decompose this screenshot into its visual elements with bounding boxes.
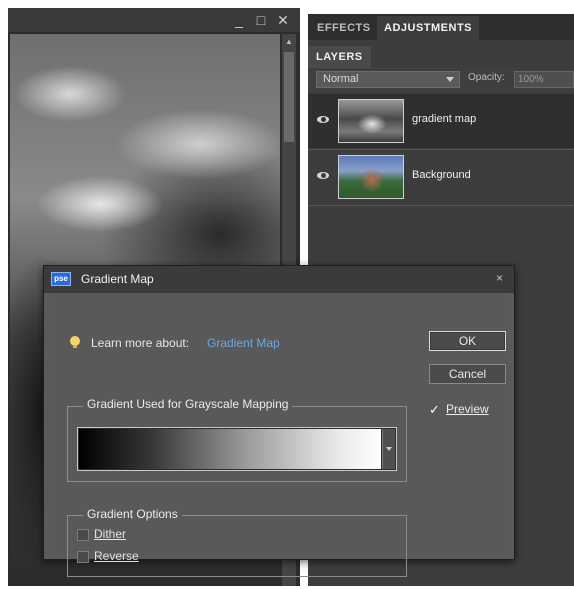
reverse-label[interactable]: Reverse: [94, 549, 139, 563]
eye-pupil: [321, 173, 326, 178]
panel-tab-bar: EFFECTS ADJUSTMENTS: [308, 14, 574, 40]
gradient-options-title: Gradient Options: [83, 507, 182, 521]
learn-more-link[interactable]: Gradient Map: [207, 336, 280, 350]
scroll-up-arrow-icon[interactable]: ▲: [282, 36, 296, 48]
window-minimize-icon[interactable]: _: [230, 10, 248, 30]
dropdown-arrow-icon[interactable]: [386, 447, 392, 451]
preview-checkbox[interactable]: ✓: [429, 403, 442, 416]
lightbulb-base: [73, 345, 77, 348]
dialog-title: Gradient Map: [81, 272, 154, 286]
dialog-body: Learn more about: Gradient Map OK Cancel…: [50, 293, 508, 577]
dither-label[interactable]: Dither: [94, 527, 126, 541]
layer-name: Background: [412, 169, 471, 181]
layer-divider: [308, 205, 574, 206]
pse-app-icon: pse: [51, 272, 71, 286]
opacity-field[interactable]: 100%: [514, 71, 574, 88]
gradient-options-group-box: [67, 515, 407, 577]
ok-button[interactable]: OK: [429, 331, 506, 351]
layer-name: gradient map: [412, 113, 477, 125]
reverse-checkbox[interactable]: [77, 551, 89, 563]
chevron-down-icon[interactable]: [446, 77, 454, 82]
gradient-map-dialog: pse Gradient Map × Learn more about: Gra…: [43, 265, 515, 577]
visibility-eye-icon[interactable]: [314, 111, 332, 129]
dither-checkbox[interactable]: [77, 529, 89, 541]
layer-thumbnail: [338, 155, 404, 199]
gradient-group-title: Gradient Used for Grayscale Mapping: [83, 397, 293, 411]
eye-pupil: [321, 117, 326, 122]
blend-mode-select[interactable]: Normal: [316, 71, 460, 88]
visibility-eye-icon[interactable]: [314, 167, 332, 185]
dither-label-text: Dither: [94, 527, 127, 541]
preview-label-text: Preview: [446, 402, 489, 416]
layer-row-background[interactable]: Background: [308, 150, 574, 204]
window-close-icon[interactable]: ✕: [274, 10, 292, 30]
tab-adjustments[interactable]: ADJUSTMENTS: [377, 16, 480, 40]
dialog-titlebar[interactable]: pse Gradient Map ×: [44, 266, 514, 293]
layer-thumbnail: [338, 99, 404, 143]
scrollbar-thumb[interactable]: [284, 52, 294, 142]
reverse-label-text: Reverse: [94, 549, 139, 563]
cancel-button[interactable]: Cancel: [429, 364, 506, 384]
layer-row-gradient-map[interactable]: gradient map: [308, 94, 574, 148]
tab-effects[interactable]: EFFECTS: [310, 16, 378, 40]
learn-more-label: Learn more about:: [91, 336, 190, 350]
layers-panel-header[interactable]: LAYERS: [308, 46, 371, 68]
opacity-label: Opacity:: [468, 72, 505, 83]
gradient-preview-swatch[interactable]: [79, 429, 381, 469]
preview-label[interactable]: Preview: [446, 402, 489, 416]
window-maximize-icon[interactable]: □: [252, 10, 270, 30]
close-icon[interactable]: ×: [496, 271, 503, 285]
document-titlebar: _ □ ✕: [8, 8, 300, 32]
